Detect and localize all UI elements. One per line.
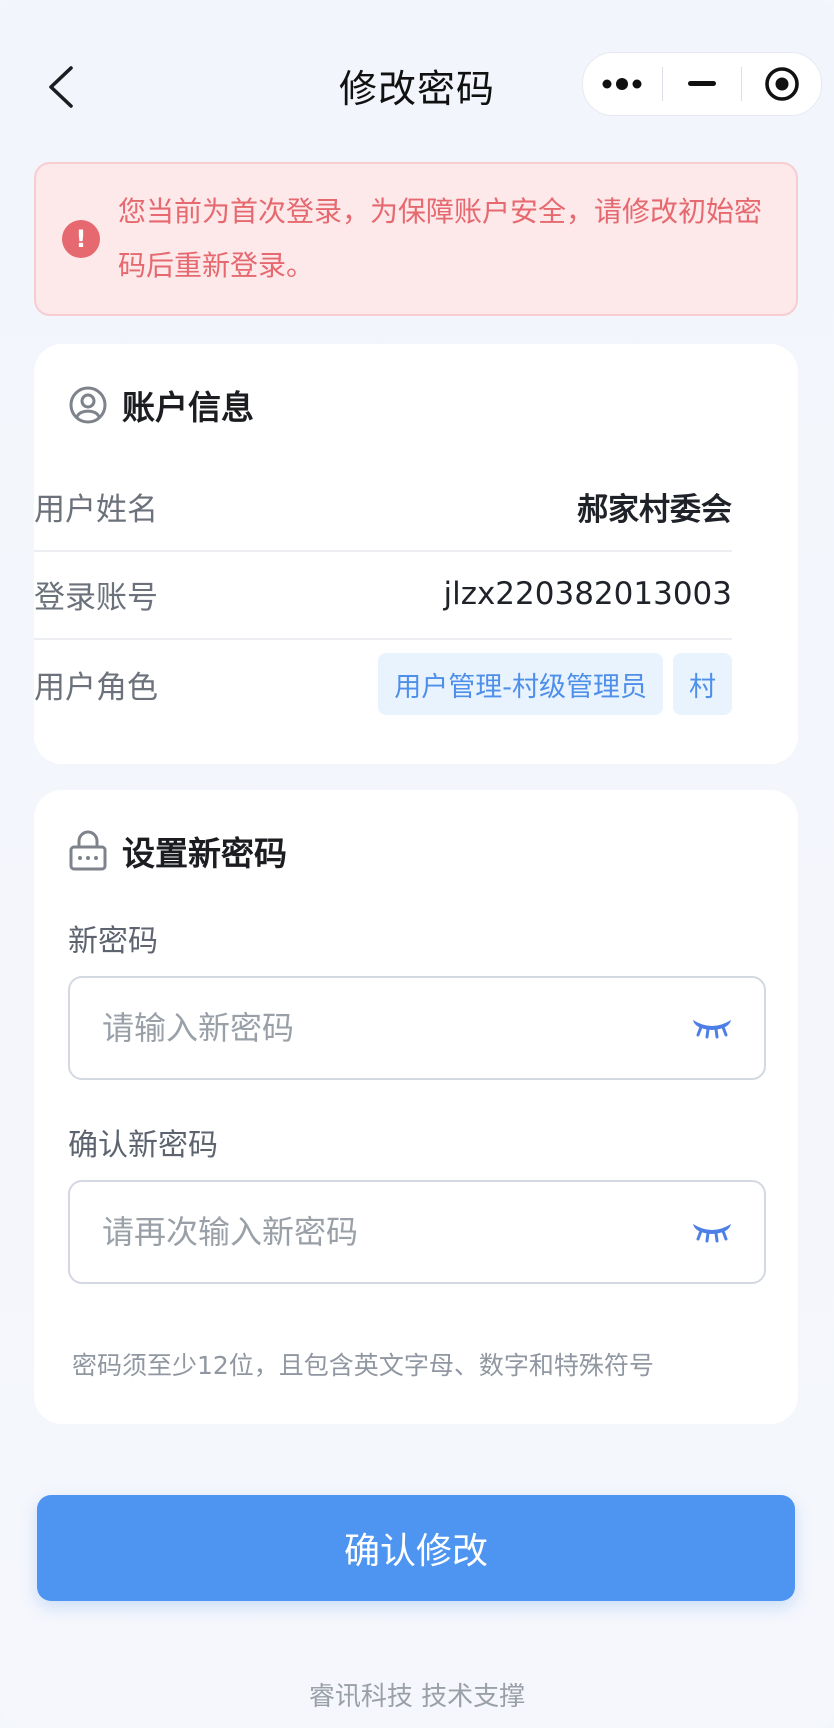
set-password-header: 设置新密码 bbox=[68, 826, 287, 876]
user-role-label: 用户角色 bbox=[34, 669, 158, 706]
role-tag: 村 bbox=[673, 653, 732, 715]
confirm-change-button[interactable]: 确认修改 bbox=[37, 1495, 795, 1601]
confirm-password-label: 确认新密码 bbox=[68, 1128, 218, 1163]
row-user-role: 用户角色 用户管理-村级管理员 村 bbox=[34, 640, 732, 728]
login-account-label: 登录账号 bbox=[34, 579, 158, 616]
first-login-alert: ! 您当前为首次登录，为保障账户安全，请修改初始密码后重新登录。 bbox=[34, 162, 798, 316]
eye-closed-icon bbox=[693, 1224, 731, 1243]
app-frame: 修改密码 ! 您当前为首次登录，为保障账户安全，请修改初始密码后重新登录。 账户… bbox=[0, 0, 834, 1728]
toggle-confirm-password-visibility[interactable] bbox=[690, 1217, 734, 1247]
lock-icon bbox=[69, 830, 107, 871]
mini-program-capsule bbox=[582, 52, 822, 116]
password-rule-hint: 密码须至少12位，且包含英文字母、数字和特殊符号 bbox=[72, 1351, 654, 1380]
new-password-label: 新密码 bbox=[68, 924, 158, 959]
set-password-title: 设置新密码 bbox=[122, 834, 287, 873]
row-login-account: 登录账号 jlzx220382013003 bbox=[34, 550, 732, 640]
more-dots-icon bbox=[602, 78, 642, 90]
target-close-icon bbox=[764, 67, 799, 101]
footer-credit: 睿讯科技 技术支撑 bbox=[308, 1682, 526, 1712]
role-tag: 用户管理-村级管理员 bbox=[378, 653, 663, 715]
more-button[interactable] bbox=[583, 53, 662, 115]
role-tags: 用户管理-村级管理员 村 bbox=[378, 653, 732, 715]
alert-message: 您当前为首次登录，为保障账户安全，请修改初始密码后重新登录。 bbox=[118, 195, 763, 282]
exclamation-icon: ! bbox=[62, 220, 100, 258]
nav-bar: 修改密码 bbox=[0, 0, 834, 170]
user-circle-icon bbox=[69, 386, 107, 424]
minimize-button[interactable] bbox=[663, 53, 742, 115]
eye-closed-icon bbox=[693, 1020, 731, 1039]
toggle-new-password-visibility[interactable] bbox=[690, 1013, 734, 1043]
login-account-value: jlzx220382013003 bbox=[443, 576, 732, 612]
set-password-card: 设置新密码 新密码 确认新密码 密码须至少12位，且包含英文字母、数字和特殊符号 bbox=[34, 790, 798, 1424]
row-user-name: 用户姓名 郝家村委会 bbox=[34, 462, 732, 552]
user-name-label: 用户姓名 bbox=[34, 491, 158, 528]
new-password-input[interactable] bbox=[100, 1008, 690, 1048]
confirm-password-input[interactable] bbox=[100, 1212, 690, 1252]
minimize-icon bbox=[688, 81, 716, 86]
account-info-title: 账户信息 bbox=[122, 388, 254, 427]
user-name-value: 郝家村委会 bbox=[577, 491, 732, 528]
account-info-header: 账户信息 bbox=[68, 380, 254, 430]
confirm-password-field[interactable] bbox=[68, 1180, 766, 1284]
close-button[interactable] bbox=[742, 53, 821, 115]
new-password-field[interactable] bbox=[68, 976, 766, 1080]
